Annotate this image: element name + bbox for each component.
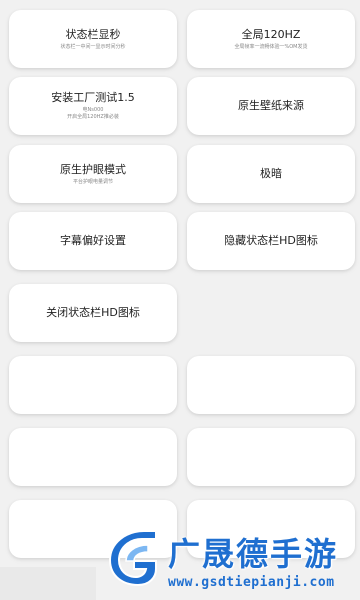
card-global-120hz[interactable]: 全局120HZ 全局帧率一流畅体验一%OM发烫 xyxy=(187,10,355,68)
bottom-gray-bar xyxy=(0,567,96,600)
card-subtitle: 平台护眼电量调节 xyxy=(72,178,113,185)
card-status-bar-seconds[interactable]: 状态栏显秒 状态栏一中间一显示时间分秒 xyxy=(9,10,177,68)
card-subtitle: 全局帧率一流畅体验一%OM发烫 xyxy=(234,43,308,50)
card-title: 关闭状态栏HD图标 xyxy=(46,306,140,319)
card-title: 状态栏显秒 xyxy=(65,27,121,41)
card-disable-status-bar-hd-icon[interactable]: 关闭状态栏HD图标 xyxy=(9,284,177,342)
card-empty[interactable] xyxy=(9,428,177,486)
card-install-factory-test[interactable]: 安装工厂测试1.5 电Ns000 开启全局120HZ推必装 xyxy=(9,77,177,135)
card-caption-preferences[interactable]: 字幕偏好设置 xyxy=(9,212,177,270)
card-subtitle: 电Ns000 开启全局120HZ推必装 xyxy=(67,107,119,120)
shortcut-grid: 状态栏显秒 状态栏一中间一显示时间分秒 全局120HZ 全局帧率一流畅体验一%O… xyxy=(0,0,360,600)
card-title: 全局120HZ xyxy=(241,27,301,41)
card-subtitle: 状态栏一中间一显示时间分秒 xyxy=(60,43,126,50)
card-title: 极暗 xyxy=(260,167,282,180)
watermark: 广晟德手游 www.gsdtiepianji.com xyxy=(100,525,358,600)
card-empty[interactable] xyxy=(9,356,177,414)
card-native-wallpaper-source[interactable]: 原生壁纸来源 xyxy=(187,77,355,135)
card-extra-dim[interactable]: 极暗 xyxy=(187,145,355,203)
card-title: 原生护眼模式 xyxy=(60,162,126,176)
watermark-name: 广晟德手游 xyxy=(168,535,339,573)
card-empty[interactable] xyxy=(187,356,355,414)
card-title: 原生壁纸来源 xyxy=(238,99,304,112)
card-title: 隐藏状态栏HD图标 xyxy=(224,234,318,247)
card-empty[interactable] xyxy=(187,428,355,486)
card-hide-status-bar-hd-icon[interactable]: 隐藏状态栏HD图标 xyxy=(187,212,355,270)
watermark-url: www.gsdtiepianji.com xyxy=(168,575,335,590)
watermark-logo-icon xyxy=(108,530,157,587)
card-title: 字幕偏好设置 xyxy=(60,234,126,247)
card-eye-protection-mode[interactable]: 原生护眼模式 平台护眼电量调节 xyxy=(9,145,177,203)
card-title: 安装工厂测试1.5 xyxy=(51,91,135,104)
